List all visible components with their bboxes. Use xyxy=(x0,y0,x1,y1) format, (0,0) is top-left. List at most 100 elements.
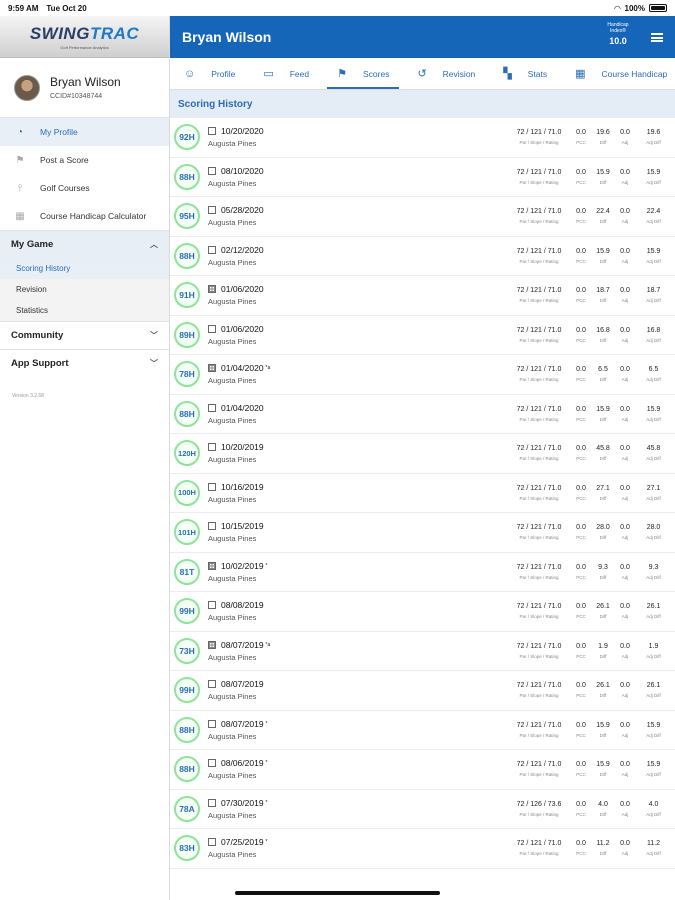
score-badge: 120H xyxy=(174,440,200,467)
checkbox-icon[interactable] xyxy=(208,719,216,728)
tab-label: Scores xyxy=(362,68,390,79)
avatar xyxy=(14,74,40,101)
par-slope-rating-label: Par / Slope / Rating xyxy=(519,219,559,225)
checkbox-icon[interactable] xyxy=(208,798,216,807)
score-date-line: 10/20/2019 xyxy=(208,442,508,452)
table-row[interactable]: 83H 07/25/2019 * Augusta Pines 72 / 121 / 71… xyxy=(170,829,675,869)
table-row[interactable]: 88H 01/04/2020 Augusta Pines 72 / 121 / 71.… xyxy=(170,395,675,434)
score-info: 08/08/2019 Augusta Pines xyxy=(208,600,508,622)
scorecard-icon[interactable] xyxy=(208,364,216,373)
course-name: Augusta Pines xyxy=(208,771,257,781)
scorecard-icon[interactable] xyxy=(208,285,216,294)
table-row[interactable]: 78A 07/30/2019 * Augusta Pines 72 / 126 / 73… xyxy=(170,790,675,829)
score-date-line: 08/07/2019 *a xyxy=(208,640,508,650)
logo-tagline: Golf Performance Analytics xyxy=(60,44,109,50)
handicap-index: Handicap Index® 10.0 xyxy=(603,22,633,46)
section-community[interactable]: Community ﹀ xyxy=(0,321,169,349)
table-row[interactable]: 73H 08/07/2019 *a Augusta Pines 72 / 121 / 7… xyxy=(170,632,675,671)
sidebar-item-label: Course Handicap Calculator xyxy=(40,211,147,221)
pcc-label: PCC xyxy=(576,851,586,857)
sidebar-item-course-handicap-calculator[interactable]: ▦ Course Handicap Calculator xyxy=(0,202,169,230)
checkbox-icon[interactable] xyxy=(208,443,216,452)
adj-diff-value: 1.9 xyxy=(648,642,659,650)
table-row[interactable]: 100H 10/16/2019 Augusta Pines 72 / 121 / 71… xyxy=(170,474,675,513)
course-name: Augusta Pines xyxy=(208,455,257,465)
score-stats: 72 / 121 / 71.0 0.0 16.8 0.0 16.8 Par / Slope… xyxy=(508,327,671,343)
score-date-line: 08/08/2019 xyxy=(208,600,508,610)
checkbox-icon[interactable] xyxy=(208,838,216,847)
table-row[interactable]: 88H 08/07/2019 * Augusta Pines 72 / 121 / 71… xyxy=(170,711,675,750)
table-row[interactable]: 88H 08/06/2019 * Augusta Pines 72 / 121 / 71… xyxy=(170,750,675,790)
table-row[interactable]: 99H 08/07/2019 Augusta Pines 72 / 121 / 71.… xyxy=(170,671,675,711)
app-version: Version 3.2.68 xyxy=(12,393,44,399)
profile-icon: ◔ xyxy=(16,126,24,138)
tab-profile[interactable]: ☺ Profile xyxy=(170,58,249,89)
tab-bar: ☺ Profile ▭ Feed ⚑ Scores ↺ Revision ▚ Stats ▦ Cour… xyxy=(170,58,675,90)
checkbox-icon[interactable] xyxy=(208,680,216,689)
diff-label: Diff xyxy=(599,851,607,857)
checkbox-icon[interactable] xyxy=(208,522,216,531)
adj-diff-value: 15.9 xyxy=(646,168,661,176)
score-badge: 88H xyxy=(174,163,200,190)
adj-diff-label: Adj Diff xyxy=(646,298,661,304)
checkbox-icon[interactable] xyxy=(208,166,216,175)
table-row[interactable]: 88H 08/10/2020 Augusta Pines 72 / 121 / 71.… xyxy=(170,158,675,197)
table-row[interactable]: 91H 01/06/2020 Augusta Pines 72 / 121 / 71.… xyxy=(170,276,675,316)
tab-scores[interactable]: ⚑ Scores xyxy=(323,58,403,89)
checkbox-icon[interactable] xyxy=(208,759,216,768)
tab-course-handicap[interactable]: ▦ Course Handicap xyxy=(561,58,675,89)
sidebar-item-golf-courses[interactable]: ⫯ Golf Courses xyxy=(0,174,169,202)
table-row[interactable]: 95H 05/28/2020 Augusta Pines 72 / 121 / 71.… xyxy=(170,197,675,237)
section-app-support[interactable]: App Support ﹀ xyxy=(0,349,169,377)
checkbox-icon[interactable] xyxy=(208,127,216,136)
sidebar-item-revision[interactable]: Revision xyxy=(0,279,169,300)
checkbox-icon[interactable] xyxy=(208,245,216,254)
sidebar-item-scoring-history[interactable]: Scoring History xyxy=(0,258,169,279)
sidebar-item-post-a-score[interactable]: ⚑ Post a Score xyxy=(0,146,169,174)
adj-label: Adj xyxy=(621,693,629,699)
pcc-value: 0.0 xyxy=(576,326,586,334)
checkbox-icon[interactable] xyxy=(208,403,216,412)
tab-stats[interactable]: ▚ Stats xyxy=(489,58,561,89)
checkbox-icon[interactable] xyxy=(208,206,216,215)
score-badge: 88H xyxy=(174,242,200,269)
sidebar-item-my-profile[interactable]: ◔ My Profile xyxy=(0,118,169,146)
section-my-game[interactable]: My Game ︿ xyxy=(0,230,169,258)
par-slope-rating-label: Par / Slope / Rating xyxy=(519,377,559,383)
user-name: Bryan Wilson xyxy=(50,75,121,89)
tab-feed[interactable]: ▭ Feed xyxy=(249,58,323,89)
pcc-label: PCC xyxy=(576,693,586,699)
tab-revision[interactable]: ↺ Revision xyxy=(403,58,489,89)
sidebar-item-label: My Profile xyxy=(40,127,78,137)
home-indicator[interactable] xyxy=(235,891,440,895)
score-date: 05/28/2020 xyxy=(221,205,264,216)
score-marker: *a xyxy=(265,641,271,648)
checkbox-icon[interactable] xyxy=(208,601,216,610)
sidebar-item-statistics[interactable]: Statistics xyxy=(0,300,169,321)
table-row[interactable]: 92H 10/20/2020 Augusta Pines 72 / 121 / 71.… xyxy=(170,118,675,158)
checkbox-icon[interactable] xyxy=(208,324,216,333)
table-row[interactable]: 99H 08/08/2019 Augusta Pines 72 / 121 / 71.… xyxy=(170,592,675,632)
table-row[interactable]: 88H 02/12/2020 Augusta Pines 72 / 121 / 71.… xyxy=(170,237,675,276)
diff-value: 16.8 xyxy=(596,326,610,334)
table-row[interactable]: 101H 10/15/2019 Augusta Pines 72 / 121 / 71… xyxy=(170,513,675,553)
table-row[interactable]: 78H 01/04/2020 *a Augusta Pines 72 / 121 / 7… xyxy=(170,355,675,395)
scorecard-icon[interactable] xyxy=(208,561,216,570)
scorecard-icon[interactable] xyxy=(208,640,216,649)
handicap-label: Handicap Index® xyxy=(607,22,629,34)
diff-label: Diff xyxy=(599,337,607,343)
pcc-value: 0.0 xyxy=(576,445,586,453)
scores-list: 92H 10/20/2020 Augusta Pines 72 / 121 / 71.… xyxy=(170,118,675,870)
adj-value: 0.0 xyxy=(620,484,630,492)
adj-label: Adj xyxy=(621,772,629,778)
user-profile-block[interactable]: Bryan Wilson CCID#10348744 xyxy=(0,58,169,118)
diff-label: Diff xyxy=(599,298,607,304)
table-row[interactable]: 89H 01/06/2020 Augusta Pines 72 / 121 / 71.… xyxy=(170,316,675,355)
table-row[interactable]: 120H 10/20/2019 Augusta Pines 72 / 121 / 71… xyxy=(170,434,675,474)
score-date: 08/07/2019 xyxy=(221,679,264,690)
menu-icon[interactable] xyxy=(651,33,663,42)
adj-diff-value: 18.7 xyxy=(646,287,661,295)
checkbox-icon[interactable] xyxy=(208,482,216,491)
table-row[interactable]: 81T 10/02/2019 * Augusta Pines 72 / 121 / 71… xyxy=(170,553,675,592)
score-date: 10/20/2019 xyxy=(221,442,264,453)
